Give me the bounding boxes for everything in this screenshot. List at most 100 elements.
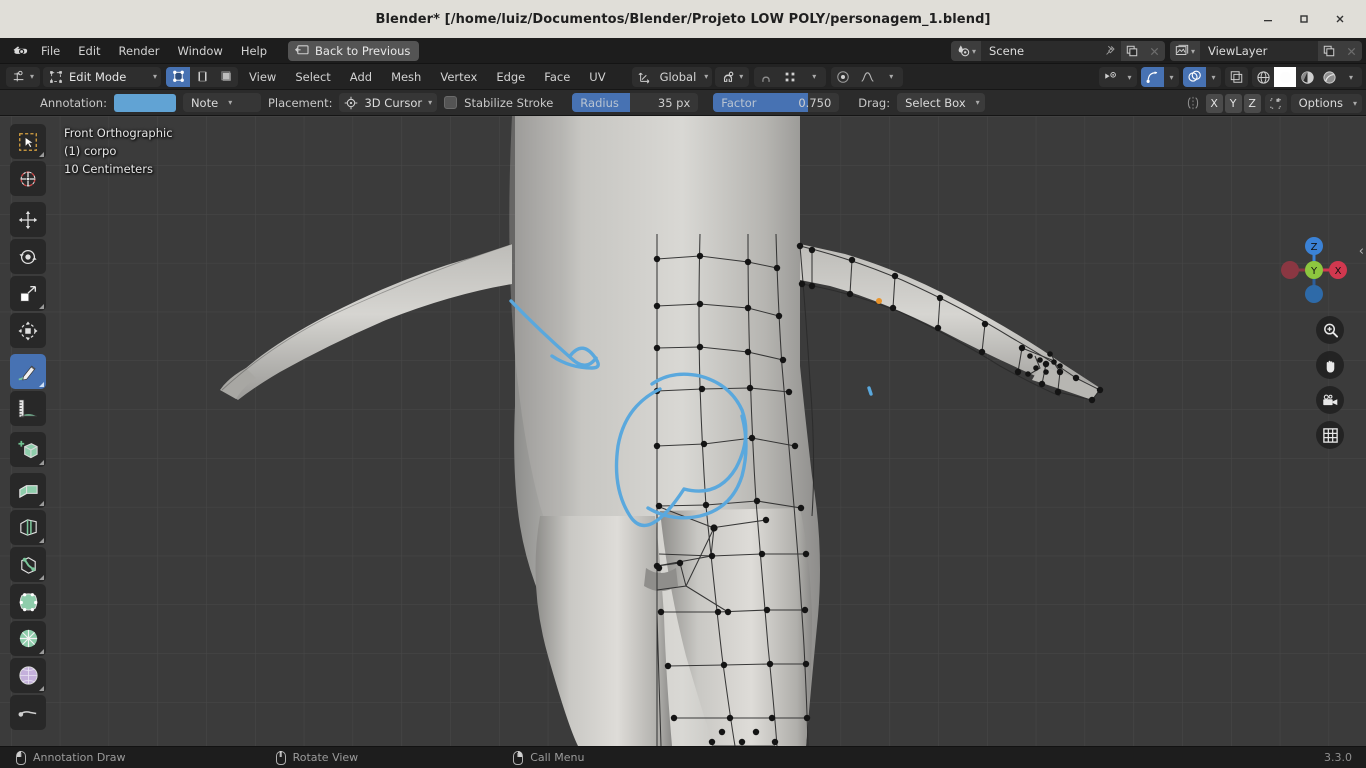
viewport-menu-view[interactable]: View	[241, 67, 284, 87]
back-to-previous-button[interactable]: Back to Previous	[288, 40, 420, 61]
scene-datablock[interactable]: ▾ Scene	[951, 41, 1165, 61]
menu-edit[interactable]: Edit	[69, 41, 109, 61]
wireframe-shading-icon[interactable]	[1252, 67, 1274, 87]
material-preview-icon[interactable]	[1296, 67, 1318, 87]
measure-tool[interactable]	[10, 391, 46, 426]
spin-tool[interactable]	[10, 695, 46, 730]
menu-render[interactable]: Render	[110, 41, 169, 61]
move-tool[interactable]	[10, 202, 46, 237]
add-cube-tool[interactable]	[10, 432, 46, 467]
pan-hand-icon[interactable]	[1316, 351, 1344, 379]
gizmo-x-label: X	[1335, 266, 1342, 277]
poly-build-tool[interactable]	[10, 658, 46, 693]
remove-viewlayer-icon[interactable]	[1340, 41, 1362, 61]
3d-viewport[interactable]: Front Orthographic (1) corpo 10 Centimet…	[0, 116, 1366, 746]
chevron-down-icon[interactable]: ▾	[802, 66, 827, 87]
viewport-menu-select[interactable]: Select	[287, 67, 338, 87]
placement-value: 3D Cursor	[364, 95, 423, 110]
window-title: Blender* [/home/luiz/Documentos/Blender/…	[375, 11, 991, 27]
factor-slider[interactable]: Factor 0.750	[713, 93, 840, 112]
chevron-down-icon[interactable]: ▾	[1340, 67, 1362, 87]
cursor-tool[interactable]	[10, 161, 46, 196]
chevron-down-icon[interactable]: ▾	[1206, 67, 1221, 87]
navigation-gizmo[interactable]: Z X Y	[1272, 228, 1356, 312]
3d-cursor-icon	[344, 96, 358, 110]
chevron-down-icon[interactable]: ▾	[879, 66, 904, 87]
sidebar-toggle-icon[interactable]: ‹	[1359, 244, 1364, 259]
menu-help[interactable]: Help	[232, 41, 276, 61]
show-overlays-icon[interactable]	[1183, 67, 1206, 87]
inset-faces-tool[interactable]	[10, 510, 46, 545]
editor-type-icon[interactable]: ▾	[6, 66, 41, 87]
zoom-icon[interactable]	[1316, 316, 1344, 344]
view-name-label: Front Orthographic	[64, 126, 173, 140]
shading-mode-group: ▾	[1252, 67, 1362, 87]
viewport-menu-vertex[interactable]: Vertex	[432, 67, 485, 87]
new-viewlayer-icon[interactable]	[1318, 41, 1340, 61]
annotate-tool[interactable]	[10, 354, 46, 389]
viewport-menu-mesh[interactable]: Mesh	[383, 67, 429, 87]
placement-label: Placement:	[267, 95, 333, 110]
menu-file[interactable]: File	[32, 41, 69, 61]
rendered-shading-icon[interactable]	[1318, 67, 1340, 87]
snap-magnet-icon[interactable]	[754, 66, 779, 87]
proportional-editing-icon[interactable]	[831, 66, 856, 87]
mirror-axis-x[interactable]: X	[1205, 93, 1223, 113]
transform-orientation-select[interactable]: Global ▾	[631, 66, 713, 87]
viewport-menu-uv[interactable]: UV	[581, 67, 613, 87]
camera-view-icon[interactable]	[1316, 386, 1344, 414]
drag-select[interactable]: Select Box ▾	[897, 93, 985, 112]
scale-tool[interactable]	[10, 276, 46, 311]
snap-increment-icon[interactable]	[778, 66, 803, 87]
options-menu[interactable]: Options ▾	[1290, 93, 1362, 113]
viewlayer-datablock-icon[interactable]: ▾	[1170, 41, 1200, 61]
close-button[interactable]	[1322, 4, 1358, 34]
mode-select[interactable]: Edit Mode ▾	[43, 66, 162, 87]
chevron-down-icon[interactable]: ▾	[1164, 67, 1179, 87]
tweak-select-box-tool[interactable]	[10, 124, 46, 159]
mirror-axis-z[interactable]: Z	[1243, 93, 1261, 113]
rotate-tool[interactable]	[10, 239, 46, 274]
gizmo-z-label: Z	[1311, 242, 1318, 253]
menu-window[interactable]: Window	[168, 41, 231, 61]
face-select-icon[interactable]	[214, 66, 239, 87]
status-item-rotate-view: Rotate View	[275, 750, 358, 765]
radius-slider[interactable]: Radius 35 px	[572, 93, 699, 112]
blender-logo-icon[interactable]	[6, 38, 32, 64]
snap-target-select[interactable]: ▾	[715, 66, 750, 87]
mode-label: Edit Mode	[69, 69, 127, 84]
toggle-xray-icon[interactable]	[1225, 67, 1248, 87]
show-gizmo-icon[interactable]	[1141, 67, 1164, 87]
viewport-menu-face[interactable]: Face	[536, 67, 578, 87]
pin-icon[interactable]	[1099, 41, 1121, 61]
extrude-region-tool[interactable]	[10, 473, 46, 508]
minimize-button[interactable]	[1250, 4, 1286, 34]
edge-select-icon[interactable]	[190, 66, 215, 87]
maximize-button[interactable]	[1286, 4, 1322, 34]
annotation-layer-select[interactable]: Note ▾	[182, 93, 261, 112]
viewlayer-name[interactable]: ViewLayer	[1200, 41, 1318, 61]
snap-to-view-icon[interactable]	[1264, 93, 1287, 113]
scene-datablock-icon[interactable]: ▾	[951, 41, 981, 61]
transform-tool[interactable]	[10, 313, 46, 348]
vertex-select-icon[interactable]	[166, 66, 191, 87]
loop-cut-tool[interactable]	[10, 584, 46, 619]
knife-tool[interactable]	[10, 621, 46, 656]
stabilize-stroke-checkbox[interactable]	[444, 96, 458, 109]
placement-select[interactable]: 3D Cursor ▾	[339, 93, 438, 112]
viewlayer-datablock[interactable]: ▾ ViewLayer	[1170, 41, 1362, 61]
new-scene-icon[interactable]	[1121, 41, 1143, 61]
scene-name[interactable]: Scene	[981, 41, 1099, 61]
toggle-ortho-grid-icon[interactable]	[1316, 421, 1344, 449]
mirror-axis-y[interactable]: Y	[1224, 93, 1242, 113]
viewport-menu-edge[interactable]: Edge	[488, 67, 533, 87]
annotation-color-swatch[interactable]	[113, 93, 176, 112]
unlink-scene-icon[interactable]	[1143, 41, 1165, 61]
bevel-tool[interactable]	[10, 547, 46, 582]
proportional-falloff-icon[interactable]	[855, 66, 880, 87]
solid-shading-icon[interactable]	[1274, 67, 1296, 87]
status-label-annotation-draw: Annotation Draw	[33, 751, 126, 764]
object-visibility-icon[interactable]	[1099, 67, 1122, 87]
chevron-down-icon[interactable]: ▾	[1122, 67, 1137, 87]
viewport-menu-add[interactable]: Add	[342, 67, 380, 87]
